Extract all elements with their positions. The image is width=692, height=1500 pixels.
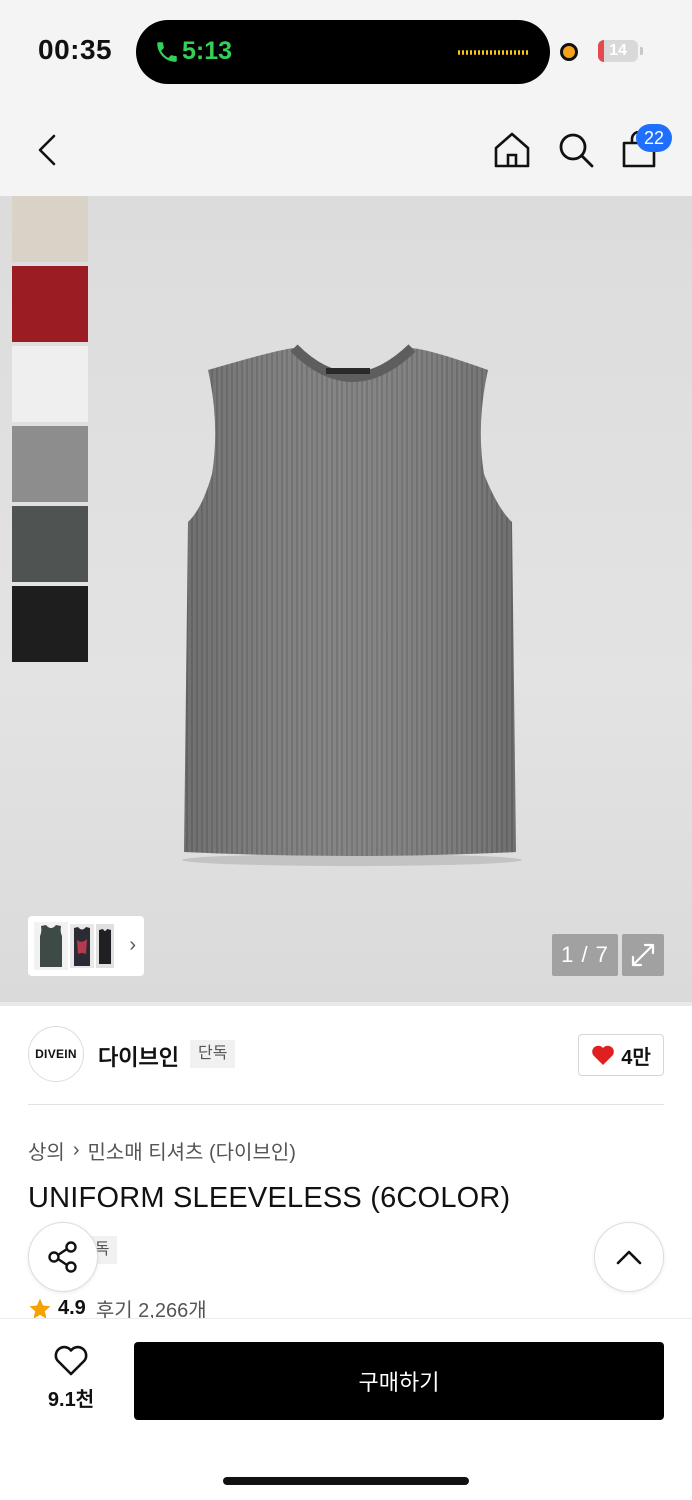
chevron-left-icon [38,134,56,166]
expand-button[interactable] [622,934,664,976]
home-icon [494,132,530,168]
phone-icon [157,42,177,62]
status-bar: 00:35 5:13 14 [0,0,692,104]
swatch-black [12,586,88,662]
scroll-to-top-button[interactable] [594,1222,664,1292]
home-button[interactable] [488,126,536,174]
brand-logo[interactable]: DIVEIN [28,1026,84,1082]
product-title: UNIFORM SLEEVELESS (6COLOR) [28,1182,511,1214]
swatch-beige [12,196,88,262]
thumbnail-tank-dark [96,924,114,968]
battery-tip [640,47,643,55]
status-time: 00:35 [38,34,113,65]
battery-percentage: 14 [609,42,627,59]
search-icon [559,133,594,168]
swatch-white [12,346,88,422]
buy-button[interactable]: 구매하기 [134,1342,664,1420]
related-thumbnails[interactable]: › [28,916,144,976]
color-swatches [12,196,88,666]
swatch-red [12,266,88,342]
battery-icon: 14 [598,40,638,62]
audio-waveform [458,48,528,56]
product-image-gallery[interactable]: › 1 / 7 [0,196,692,1004]
chevron-right-icon: › [129,934,136,956]
call-duration: 5:13 [182,37,233,65]
thumbnail-tank-green [34,922,68,970]
breadcrumb: 상의 › 민소매 티셔츠 (다이브인) [28,1136,296,1165]
brand-divider [28,1104,664,1105]
wishlist-button[interactable]: 9.1천 [36,1345,106,1415]
thumbnail-tank-printed [70,924,94,968]
search-button[interactable] [552,126,600,174]
heart-filled-icon [592,1045,615,1065]
swatch-charcoal [12,506,88,582]
brand-name[interactable]: 다이브인 [98,1040,179,1072]
gallery-divider [0,1002,692,1006]
wishlist-count: 9.1천 [47,1389,95,1411]
star-icon [29,1298,51,1319]
app-header: 22 [0,104,692,196]
rating-value: 4.9 [58,1297,86,1319]
image-counter: 1 / 7 [552,934,618,976]
recording-indicator-icon [560,43,578,61]
share-button[interactable] [28,1222,98,1292]
chevron-right-icon: › [72,1139,80,1161]
home-indicator[interactable] [223,1477,469,1485]
cart-count-badge: 22 [636,124,672,152]
product-image-tank-top [182,344,522,866]
expand-icon [631,943,655,967]
brand-exclusive-tag: 단독 [190,1040,236,1068]
breadcrumb-category[interactable]: 상의 [28,1136,65,1165]
brand-like-count: 4만 [621,1046,651,1069]
heart-outline-icon [54,1345,88,1376]
back-button[interactable] [24,126,72,174]
breadcrumb-subcategory[interactable]: 민소매 티셔츠 (다이브인) [87,1136,295,1165]
brand-like-button[interactable]: 4만 [578,1034,664,1076]
dynamic-island-call[interactable]: 5:13 [136,20,550,84]
chevron-up-icon [616,1250,642,1265]
share-icon [48,1241,77,1273]
bottom-action-bar: 9.1천 구매하기 [0,1318,692,1500]
swatch-gray [12,426,88,502]
